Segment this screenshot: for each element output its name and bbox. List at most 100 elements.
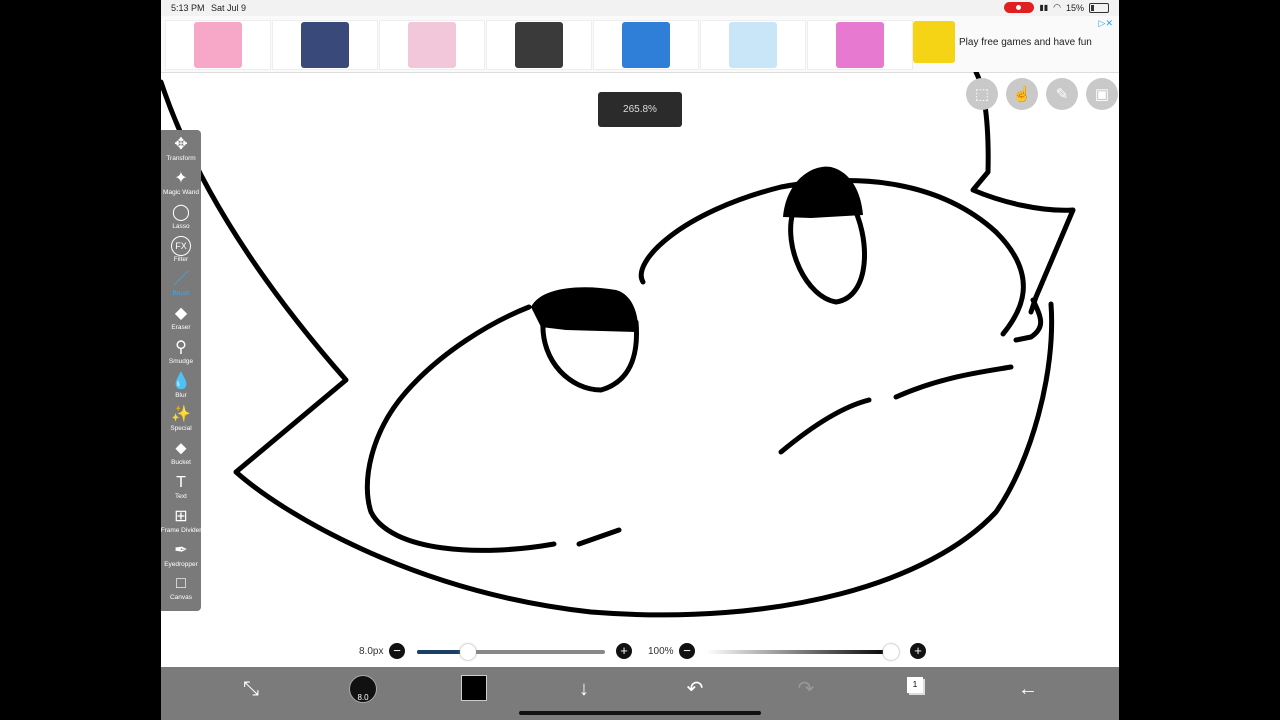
- lasso-label: Lasso: [172, 222, 190, 230]
- brush-size-slider[interactable]: [417, 650, 605, 654]
- brush-size-plus-button[interactable]: +: [616, 643, 632, 659]
- layers-button[interactable]: 1: [907, 677, 923, 693]
- ad-thumb-ladybug-game[interactable]: [272, 20, 378, 70]
- special-icon: ✨: [171, 406, 191, 424]
- ad-choices-icon[interactable]: ▷✕: [1099, 18, 1113, 29]
- filter-label: Filter: [173, 256, 189, 264]
- opacity-plus-button[interactable]: +: [910, 643, 926, 659]
- tool-frame-divider[interactable]: ⊞ Frame Divider: [161, 507, 201, 541]
- special-label: Special: [170, 425, 192, 433]
- tool-lasso[interactable]: ◯ Lasso: [161, 203, 201, 237]
- transform-label: Transform: [166, 155, 196, 162]
- bucket-label: Bucket: [171, 459, 191, 467]
- stroke-cheek: [893, 364, 1014, 400]
- text-label: Text: [175, 493, 187, 500]
- brush-size-badge: 8.0: [357, 693, 369, 702]
- penguin-game-image: [622, 22, 670, 68]
- home-indicator: [519, 711, 761, 715]
- status-right: ▮▮ ◠ 15%: [1004, 2, 1109, 13]
- status-time: 5:13 PM: [171, 3, 205, 13]
- stroke-left-eye: [540, 319, 640, 393]
- battery-percent: 15%: [1065, 2, 1084, 13]
- image-icon[interactable]: ▣: [1086, 78, 1118, 110]
- tool-brush[interactable]: ／ Brush: [161, 270, 201, 304]
- tool-text[interactable]: T Text: [161, 473, 201, 507]
- redo-icon[interactable]: ↷: [794, 677, 818, 701]
- selection-icon[interactable]: ⬚: [966, 78, 998, 110]
- bucket-icon: ⬥: [175, 440, 187, 458]
- peppa-pig-game-image: [194, 22, 242, 68]
- brush-size-value: 8.0px: [359, 646, 384, 657]
- drawing-strokes: [161, 72, 1076, 618]
- eyelid-left: [531, 287, 639, 332]
- ad-thumb-house-game[interactable]: [807, 20, 913, 70]
- color-swatch-button[interactable]: [461, 675, 487, 701]
- back-icon[interactable]: ←: [1016, 677, 1040, 701]
- dolls-game-image: [408, 22, 456, 68]
- house-game-image: [836, 22, 884, 68]
- tool-filter[interactable]: FX Filter: [161, 236, 201, 270]
- eraser-icon: ◆: [174, 305, 188, 322]
- opacity-slider[interactable]: [706, 650, 891, 654]
- brush-opacity-value: 100%: [648, 646, 674, 657]
- brush-size-button[interactable]: 8.0: [349, 675, 377, 703]
- ad-text[interactable]: Play free games and have fun: [959, 37, 1092, 48]
- tool-eraser[interactable]: ◆ Eraser: [161, 304, 201, 338]
- filter-icon: FX: [171, 236, 191, 257]
- brush-size-knob[interactable]: [459, 644, 476, 660]
- stroke-face-left: [364, 304, 557, 553]
- brush-label: Brush: [172, 290, 190, 298]
- ad-thumb-penguin-game[interactable]: [593, 20, 699, 70]
- download-icon[interactable]: ↓: [572, 677, 596, 701]
- undo-icon[interactable]: ↶: [683, 677, 707, 701]
- canvas-top-buttons: ⬚ ☝ ✎ ▣: [966, 78, 1118, 110]
- battery-icon: [1089, 2, 1109, 13]
- transform-icon: ✥: [174, 136, 188, 153]
- stroke-mouth: [778, 397, 872, 455]
- eyelid-right: [783, 166, 863, 218]
- ad-thumb-peppa-pig-game[interactable]: [165, 20, 271, 70]
- blur-icon: 💧: [171, 372, 191, 390]
- tool-bucket[interactable]: ⬥ Bucket: [161, 439, 201, 473]
- ad-thumb-water-glass-game[interactable]: [700, 20, 806, 70]
- brush-settings-row: 8.0px − + 100% − +: [161, 642, 1119, 662]
- tool-special[interactable]: ✨ Special: [161, 405, 201, 439]
- tool-smudge[interactable]: ⚲ Smudge: [161, 338, 201, 372]
- smudge-icon: ⚲: [175, 338, 187, 356]
- eyedropper-label: Eyedropper: [164, 560, 198, 568]
- screen-record-icon: [1004, 2, 1035, 13]
- eraser-label: Eraser: [171, 324, 191, 331]
- edit-icon[interactable]: ⤡: [239, 677, 263, 701]
- wifi-icon: ◠: [1053, 2, 1061, 12]
- tool-magic-wand[interactable]: ✦ Magic Wand: [161, 169, 201, 203]
- brush-icon: ／: [172, 271, 189, 289]
- ad-thumb-dino-game[interactable]: [486, 20, 592, 70]
- lasso-icon: ◯: [172, 203, 190, 221]
- opacity-knob[interactable]: [883, 644, 899, 660]
- magic-wand-icon: ✦: [174, 169, 188, 187]
- dino-game-image: [515, 22, 563, 68]
- status-bar: 5:13 PM Sat Jul 9 ▮▮ ◠ 15%: [161, 0, 1119, 16]
- ad-banner[interactable]: Play free games and have fun ▷✕: [161, 16, 1119, 73]
- tool-canvas[interactable]: □ Canvas: [161, 574, 201, 608]
- ladybug-game-image: [301, 22, 349, 68]
- ad-spongebob-image[interactable]: [913, 21, 955, 63]
- smudge-label: Smudge: [168, 357, 194, 365]
- frame-divider-icon: ⊞: [174, 507, 188, 525]
- tool-transform[interactable]: ✥ Transform: [161, 135, 201, 169]
- ad-thumb-dolls-game[interactable]: [379, 20, 485, 70]
- magic-wand-label: Magic Wand: [163, 188, 199, 196]
- opacity-minus-button[interactable]: −: [679, 643, 695, 659]
- zoom-level-badge: 265.8%: [598, 92, 682, 127]
- eyedropper-icon: ✒: [174, 541, 188, 559]
- tool-palette: ✥ Transform ✦ Magic Wand ◯ Lasso FX Filter ／ Brus…: [161, 130, 201, 611]
- drawing-canvas[interactable]: [161, 72, 1119, 667]
- tool-blur[interactable]: 💧 Blur: [161, 372, 201, 406]
- stroke-chin-dash: [576, 527, 622, 547]
- canvas-icon: □: [176, 575, 186, 593]
- brush-size-minus-button[interactable]: −: [389, 643, 405, 659]
- hand-icon[interactable]: ☝: [1006, 78, 1038, 110]
- pencil-icon[interactable]: ✎: [1046, 78, 1078, 110]
- text-icon: T: [176, 474, 186, 491]
- tool-eyedropper[interactable]: ✒ Eyedropper: [161, 541, 201, 575]
